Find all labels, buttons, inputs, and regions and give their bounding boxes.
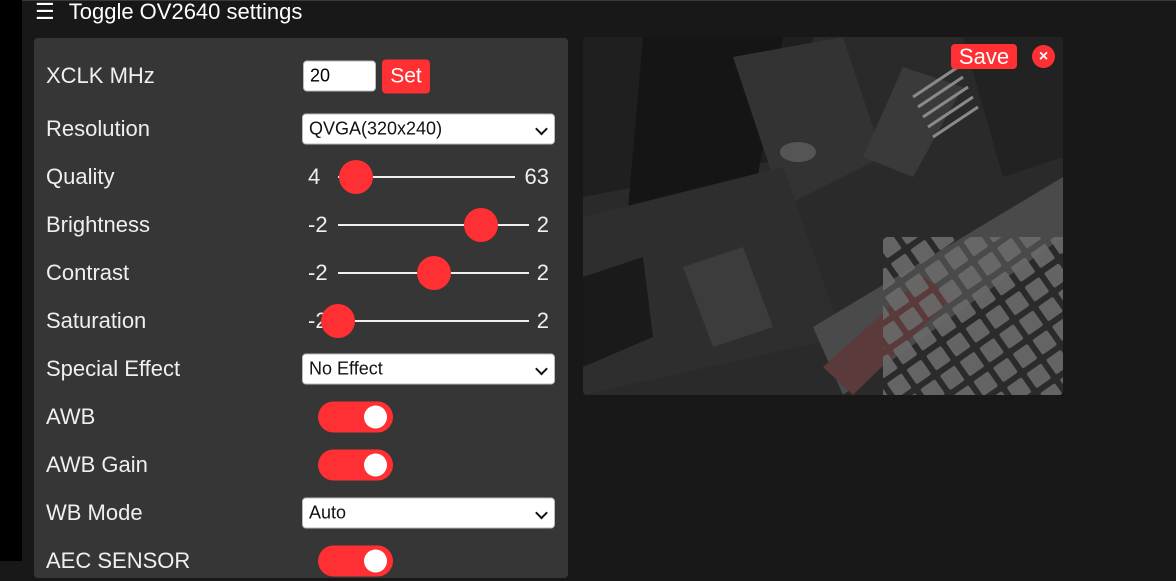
aec-sensor-label: AEC SENSOR (46, 548, 191, 573)
xclk-row: XCLK MHz Set (46, 56, 561, 96)
close-icon[interactable]: × (1032, 45, 1055, 68)
resolution-label: Resolution (46, 116, 150, 141)
aec-sensor-toggle[interactable] (318, 545, 393, 577)
resolution-select[interactable]: QVGA(320x240) (302, 113, 555, 145)
saturation-label: Saturation (46, 308, 147, 333)
special-effect-row: Special Effect No Effect (46, 349, 561, 389)
brightness-max: 2 (536, 212, 549, 237)
wb-mode-label: WB Mode (46, 500, 143, 525)
contrast-row: Contrast -2 2 (46, 253, 561, 293)
toggle-knob (364, 405, 387, 429)
awb-gain-toggle[interactable] (318, 449, 393, 481)
wb-mode-value: Auto (309, 502, 347, 523)
settings-panel: XCLK MHz Set Resolution QVGA(320x240) Qu… (34, 38, 568, 578)
settings-toggle-label: Toggle OV2640 settings (68, 0, 303, 24)
contrast-slider[interactable]: -2 2 (302, 256, 555, 290)
awb-row: AWB (46, 397, 561, 437)
quality-slider[interactable]: 4 63 (302, 160, 555, 194)
special-effect-select[interactable]: No Effect (302, 353, 555, 385)
brightness-min: -2 (308, 212, 328, 237)
quality-row: Quality 4 63 (46, 157, 561, 197)
awb-gain-label: AWB Gain (46, 452, 148, 477)
menu-icon: ☰ (35, 0, 55, 24)
chevron-down-icon (536, 364, 546, 374)
saturation-row: Saturation -2 2 (46, 301, 561, 341)
brightness-label: Brightness (46, 212, 150, 237)
slider-track (338, 224, 529, 226)
slider-track (338, 320, 529, 322)
chevron-down-icon (536, 508, 546, 518)
special-effect-label: Special Effect (46, 356, 181, 381)
saturation-slider[interactable]: -2 2 (302, 304, 555, 338)
save-button[interactable]: Save (951, 44, 1017, 69)
contrast-label: Contrast (46, 260, 130, 285)
xclk-set-button[interactable]: Set (382, 59, 430, 94)
quality-label: Quality (46, 164, 115, 189)
wb-mode-select[interactable]: Auto (302, 497, 555, 529)
camera-stream (583, 37, 1063, 395)
aec-sensor-row: AEC SENSOR (46, 541, 561, 581)
contrast-thumb[interactable] (416, 256, 451, 290)
xclk-input[interactable] (303, 60, 376, 92)
saturation-thumb[interactable] (321, 304, 355, 338)
settings-toggle[interactable]: ☰ Toggle OV2640 settings (35, 0, 302, 24)
brightness-thumb[interactable] (464, 208, 499, 242)
chevron-down-icon (536, 124, 546, 134)
quality-thumb[interactable] (339, 160, 373, 194)
awb-gain-row: AWB Gain (46, 445, 561, 485)
contrast-min: -2 (308, 260, 328, 285)
resolution-row: Resolution QVGA(320x240) (46, 109, 561, 149)
wb-mode-row: WB Mode Auto (46, 493, 561, 533)
awb-toggle[interactable] (318, 401, 393, 433)
left-edge-strip (0, 0, 22, 561)
toggle-knob (364, 549, 387, 573)
contrast-max: 2 (536, 260, 549, 285)
awb-label: AWB (46, 404, 96, 429)
quality-min: 4 (308, 164, 321, 189)
brightness-slider[interactable]: -2 2 (302, 208, 555, 242)
saturation-max: 2 (536, 308, 549, 333)
special-effect-value: No Effect (309, 358, 383, 379)
toggle-knob (364, 453, 387, 477)
brightness-row: Brightness -2 2 (46, 205, 561, 245)
quality-max: 63 (524, 164, 549, 189)
camera-stream-image (583, 37, 1063, 395)
xclk-label: XCLK MHz (46, 63, 155, 88)
resolution-value: QVGA(320x240) (309, 118, 443, 139)
